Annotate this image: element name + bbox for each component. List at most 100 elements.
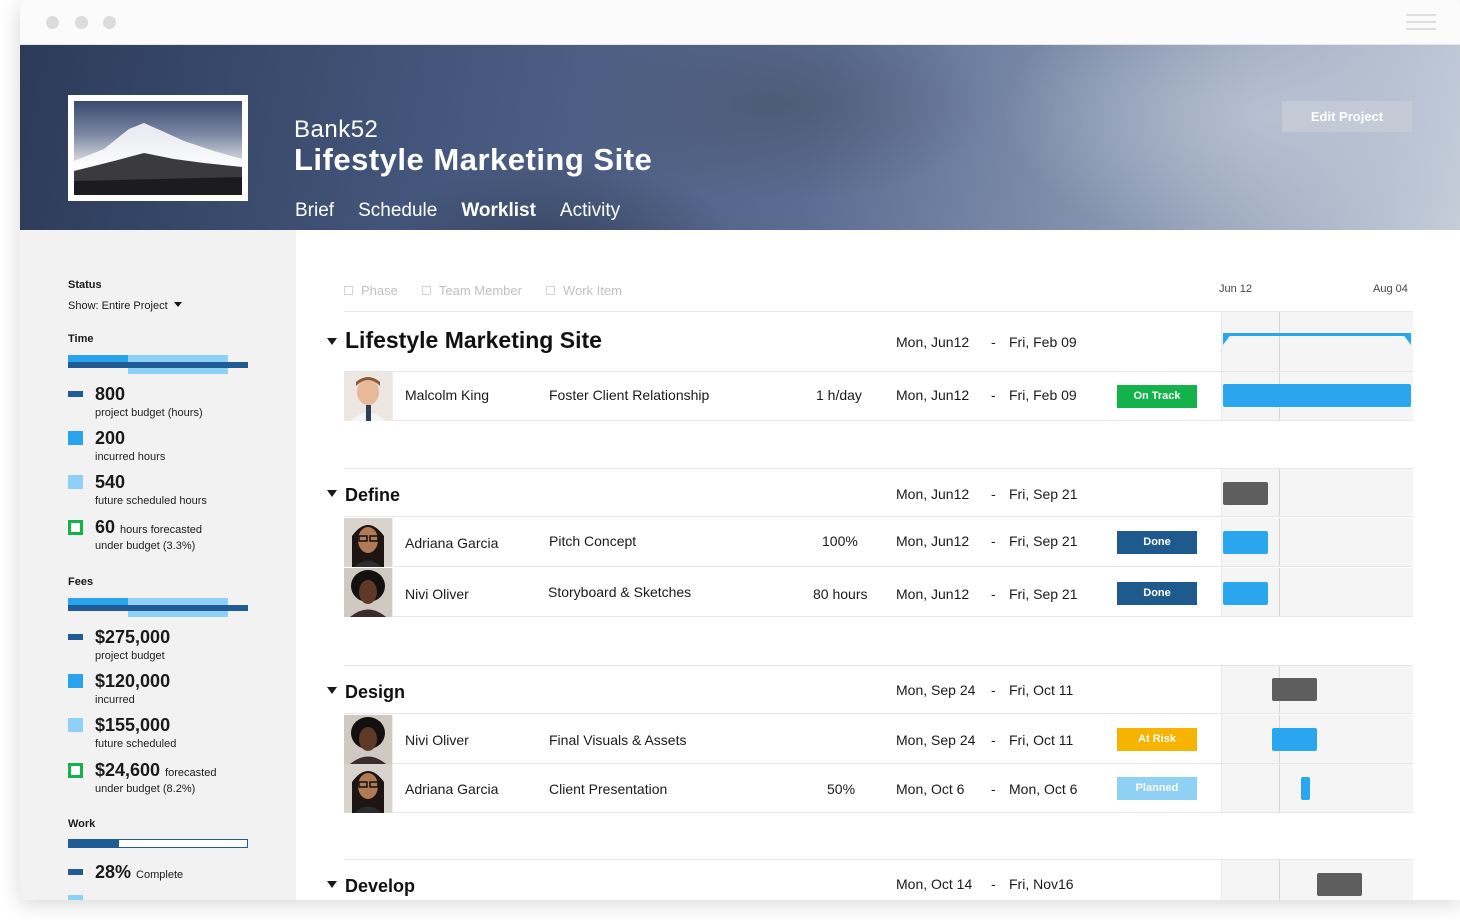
gantt-phase-bar[interactable]: [1317, 873, 1362, 896]
avatar: [344, 715, 393, 764]
tab-schedule[interactable]: Schedule: [358, 200, 437, 222]
collapse-triangle-icon[interactable]: [327, 490, 337, 497]
collapse-triangle-icon[interactable]: [327, 687, 337, 694]
work-item-name[interactable]: Pitch Concept: [549, 533, 636, 549]
work-item-name[interactable]: Storyboard & Sketches: [548, 584, 691, 600]
avatar: [344, 372, 393, 421]
avatar: [344, 518, 393, 567]
date-separator: -: [991, 682, 996, 698]
project-start-date: Mon, Jun12: [896, 334, 970, 350]
work-label: Work: [68, 818, 96, 830]
checkbox-icon: [545, 286, 555, 295]
date-separator: -: [991, 486, 996, 502]
project-row[interactable]: Lifestyle Marketing Site Mon, Jun12 - Fr…: [327, 311, 1413, 372]
phase-name: Design: [345, 682, 406, 702]
project-span-bar: [1223, 333, 1411, 345]
task-row[interactable]: Adriana Garcia Pitch Concept 100% Mon, J…: [344, 518, 1413, 567]
project-end-date: Fri, Feb 09: [1009, 334, 1077, 350]
work-progress-bar: [68, 839, 248, 848]
effort-value: 1 h/day: [816, 387, 862, 403]
filter-work-item[interactable]: Work Item: [545, 283, 622, 298]
collapse-triangle-icon[interactable]: [327, 881, 337, 888]
phase-name: Define: [345, 485, 401, 505]
gantt-task-bar[interactable]: [1223, 384, 1411, 407]
status-badge[interactable]: At Risk: [1117, 728, 1197, 751]
date-separator: -: [991, 732, 996, 748]
gantt-task-bar[interactable]: [1223, 582, 1268, 605]
scope-dropdown-value: Show: Entire Project: [68, 300, 168, 312]
work-item-name[interactable]: Final Visuals & Assets: [549, 732, 686, 748]
gantt-task-bar[interactable]: [1223, 531, 1268, 554]
date-separator: -: [991, 781, 996, 797]
edit-project-button[interactable]: Edit Project: [1282, 101, 1412, 132]
end-date: Fri, Sep 21: [1009, 586, 1078, 602]
task-row[interactable]: Nivi Oliver Storyboard & Sketches 80 hou…: [344, 568, 1413, 617]
chevron-down-icon: [173, 302, 182, 307]
tab-activity[interactable]: Activity: [560, 200, 620, 222]
phase-row-develop[interactable]: Develop Mon, Oct 14 - Fri, Nov16: [327, 859, 1413, 900]
effort-value: 100%: [822, 533, 858, 549]
gantt-task-bar[interactable]: [1272, 728, 1317, 751]
task-row[interactable]: Adriana Garcia Client Presentation 50% M…: [344, 764, 1413, 813]
avatar: [344, 764, 393, 813]
collapse-triangle-icon[interactable]: [327, 338, 337, 345]
team-member-name: Adriana Garcia: [405, 781, 499, 797]
window-close-dot[interactable]: [46, 16, 59, 29]
effort-value: 50%: [827, 781, 856, 797]
phase-row-define[interactable]: Define Mon, Jun12 - Fri, Sep 21: [327, 468, 1413, 517]
timeline-end-label: Aug 04: [1373, 283, 1408, 295]
end-date: Fri, Feb 09: [1009, 387, 1077, 403]
start-date: Mon, Jun12: [896, 586, 970, 602]
phase-row-design[interactable]: Design Mon, Sep 24 - Fri, Oct 11: [327, 665, 1413, 714]
time-budget-bar: [68, 355, 248, 374]
team-member-name: Adriana Garcia: [405, 535, 499, 551]
page-title: Lifestyle Marketing Site: [294, 142, 653, 177]
end-date: Fri, Sep 21: [1009, 486, 1078, 502]
project-thumbnail: [68, 95, 248, 201]
project-summary-sidebar: Status Show: Entire Project Time 800 proj…: [20, 230, 296, 900]
status-badge[interactable]: On Track: [1117, 385, 1197, 408]
fees-budget-bar: [68, 598, 248, 617]
gantt-task-bar[interactable]: [1301, 777, 1310, 800]
filter-team-member[interactable]: Team Member: [421, 283, 522, 298]
tab-worklist[interactable]: Worklist: [461, 200, 536, 222]
checkbox-icon: [421, 286, 431, 295]
timeline-start-label: Jun 12: [1219, 283, 1253, 295]
date-separator: -: [991, 876, 996, 892]
status-badge[interactable]: Done: [1117, 582, 1197, 605]
app-window: Bank52 Lifestyle Marketing Site Brief Sc…: [20, 0, 1460, 900]
filter-phase[interactable]: Phase: [344, 283, 398, 298]
window-minimize-dot[interactable]: [75, 16, 88, 29]
worklist-panel: Phase Team Member Work Item Jun 12 Aug 0…: [296, 230, 1460, 900]
tab-brief[interactable]: Brief: [295, 200, 334, 222]
scope-dropdown[interactable]: Show: Entire Project: [68, 300, 182, 312]
date-separator: -: [991, 533, 996, 549]
work-item-name[interactable]: Client Presentation: [549, 781, 667, 797]
task-row[interactable]: Nivi Oliver Final Visuals & Assets Mon, …: [344, 715, 1413, 764]
start-date: Mon, Sep 24: [896, 682, 976, 698]
project-tabs: Brief Schedule Worklist Activity: [295, 200, 620, 222]
team-member-name: Nivi Oliver: [405, 586, 469, 602]
window-zoom-dot[interactable]: [103, 16, 116, 29]
client-name: Bank52: [294, 116, 379, 143]
avatar: [344, 568, 393, 617]
status-badge[interactable]: Planned: [1117, 777, 1197, 800]
project-header: Bank52 Lifestyle Marketing Site Brief Sc…: [20, 45, 1460, 230]
start-date: Mon, Jun12: [896, 387, 970, 403]
gantt-phase-bar[interactable]: [1223, 482, 1268, 505]
end-date: Fri, Oct 11: [1009, 682, 1074, 698]
end-date: Fri, Oct 11: [1009, 732, 1074, 748]
end-date: Fri, Nov16: [1009, 876, 1074, 892]
work-progress-fill: [69, 840, 119, 847]
date-separator: -: [991, 586, 996, 602]
status-badge[interactable]: Done: [1117, 531, 1197, 554]
project-name: Lifestyle Marketing Site: [345, 327, 602, 353]
task-row[interactable]: Malcolm King Foster Client Relationship …: [344, 372, 1413, 421]
hamburger-icon[interactable]: [1406, 14, 1436, 32]
gantt-phase-bar[interactable]: [1272, 678, 1317, 701]
work-item-name[interactable]: Foster Client Relationship: [549, 387, 709, 403]
title-bar: [20, 0, 1460, 45]
start-date: Mon, Oct 14: [896, 876, 973, 892]
end-date: Mon, Oct 6: [1009, 781, 1078, 797]
worklist-filters: Phase Team Member Work Item: [344, 283, 622, 298]
